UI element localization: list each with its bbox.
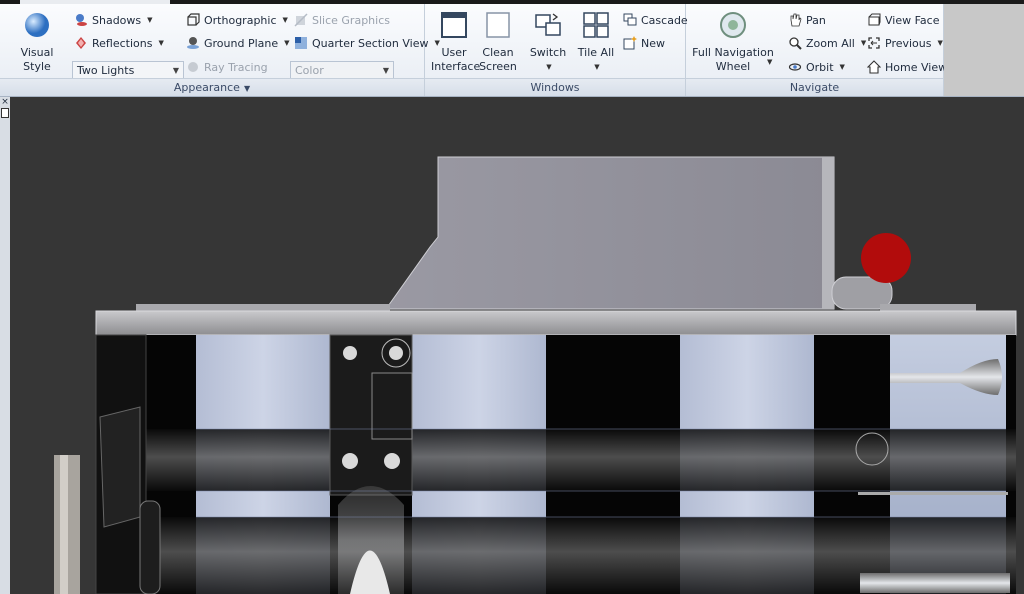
tile-all-icon [583,12,609,38]
view-face-icon [868,13,881,26]
chevron-down-icon: ▼ [937,39,943,47]
cascade-icon [623,13,637,26]
ray-tracing-icon [188,62,198,72]
appearance-group: Visual Style ▼ Shadows ▼ Reflections ▼ Two… [0,4,440,96]
full-nav-wheel-label-1: Full Navigation [692,46,774,59]
new-window-icon [623,36,637,50]
lighting-combo[interactable]: Two Lights ▼ [72,61,184,79]
orbit-label: Orbit [806,60,834,74]
orbit-icon [788,63,802,71]
previous-label: Previous [885,36,932,50]
chevron-down-icon: ▼ [839,63,845,71]
appearance-group-label[interactable]: Appearance ▼ [0,78,424,96]
view-face-label: View Face [885,13,940,27]
reflections-button[interactable]: Reflections ▼ [74,36,164,50]
chevron-down-icon: ▼ [243,84,251,93]
lighting-value: Two Lights [77,64,135,77]
user-interface-icon [441,12,467,38]
slice-graphics-icon [294,13,308,27]
home-icon [867,60,881,74]
reflections-label: Reflections [92,36,153,50]
switch-button[interactable]: Switch ▼ [525,10,571,74]
slice-graphics-button[interactable]: Slice Graphics [294,13,390,27]
pan-hand-icon [790,13,802,27]
previous-view-icon [868,37,880,49]
zoom-all-button[interactable]: Zoom All ▼ [788,36,866,50]
windows-group-label: Windows [425,78,685,96]
navigation-wheel-icon [720,12,746,38]
ray-tracing-button[interactable]: Ray Tracing [186,60,268,74]
graphics-viewport[interactable]: × [0,97,1024,594]
navigate-group-label: Navigate [686,78,943,96]
switch-label: Switch [529,46,567,59]
pan-label: Pan [806,13,826,27]
reflections-icon [76,37,86,49]
switch-windows-icon [535,13,561,36]
cascade-label: Cascade [641,13,688,27]
quarter-section-view-button[interactable]: Quarter Section View ▼ [294,36,440,50]
user-interface-button[interactable]: User Interface [431,10,481,74]
appearance-label-text: Appearance [173,81,240,94]
ribbon-empty-area [944,4,1024,97]
ground-plane-label: Ground Plane [204,36,279,50]
chevron-down-icon: ▼ [158,39,164,47]
chevron-down-icon[interactable]: ▼ [767,58,772,66]
orthographic-button[interactable]: Orthographic ▼ [186,13,288,27]
pan-button[interactable]: Pan [788,13,826,27]
shadows-label: Shadows [92,13,142,27]
navigate-group: Full Navigation Wheel ▼ Pan Zoom All ▼ Or… [686,4,947,96]
previous-view-button[interactable]: Previous ▼ [867,36,943,50]
visual-style-button[interactable]: Visual Style ▼ [6,10,68,88]
full-nav-wheel-label-2: Wheel [715,60,751,73]
orthographic-label: Orthographic [204,13,277,27]
ray-tracing-label: Ray Tracing [204,60,268,74]
model-graphics [10,97,1024,594]
ground-plane-icon [187,37,199,49]
color-combo[interactable]: Color ▼ [290,61,394,79]
user-interface-label-1: User [441,46,467,59]
home-view-button[interactable]: Home View [867,60,947,74]
shadows-button[interactable]: Shadows ▼ [74,13,153,27]
orthographic-icon [187,13,200,26]
clean-screen-icon [486,12,510,38]
quarter-section-view-label: Quarter Section View [312,36,429,50]
clean-screen-button[interactable]: Clean Screen [477,10,519,74]
color-value: Color [295,64,324,77]
new-window-button[interactable]: New [623,36,665,50]
new-label: New [641,36,665,50]
chevron-down-icon: ▼ [147,16,153,24]
ground-plane-button[interactable]: Ground Plane ▼ [186,36,290,50]
shadows-icon [76,14,87,26]
zoom-all-label: Zoom All [806,36,855,50]
visual-style-label: Visual Style [20,46,54,73]
full-navigation-wheel-button[interactable]: Full Navigation Wheel [690,10,776,74]
visual-style-icon [25,13,49,37]
chevron-down-icon: ▼ [860,39,867,47]
clean-screen-label-2: Screen [479,60,517,73]
orbit-button[interactable]: Orbit ▼ [788,60,845,74]
chevron-down-icon: ▼ [284,39,290,47]
view-face-button[interactable]: View Face [867,13,939,27]
chevron-down-icon: ▼ [594,63,600,71]
home-view-label: Home View [885,60,948,74]
quarter-section-icon [295,37,307,49]
slice-graphics-label: Slice Graphics [312,13,390,27]
chevron-down-icon: ▼ [546,63,552,71]
chevron-down-icon: ▼ [282,16,288,24]
tile-all-label: Tile All [577,46,615,59]
clean-screen-label-1: Clean [482,46,514,59]
windows-group: User Interface Clean Screen Switch ▼ Til… [425,4,688,96]
user-interface-label-2: Interface [431,60,481,73]
ribbon: Visual Style ▼ Shadows ▼ Reflections ▼ Two… [0,4,947,97]
cascade-button[interactable]: Cascade [623,13,688,27]
tile-all-button[interactable]: Tile All ▼ [573,10,619,74]
zoom-icon [789,37,802,50]
